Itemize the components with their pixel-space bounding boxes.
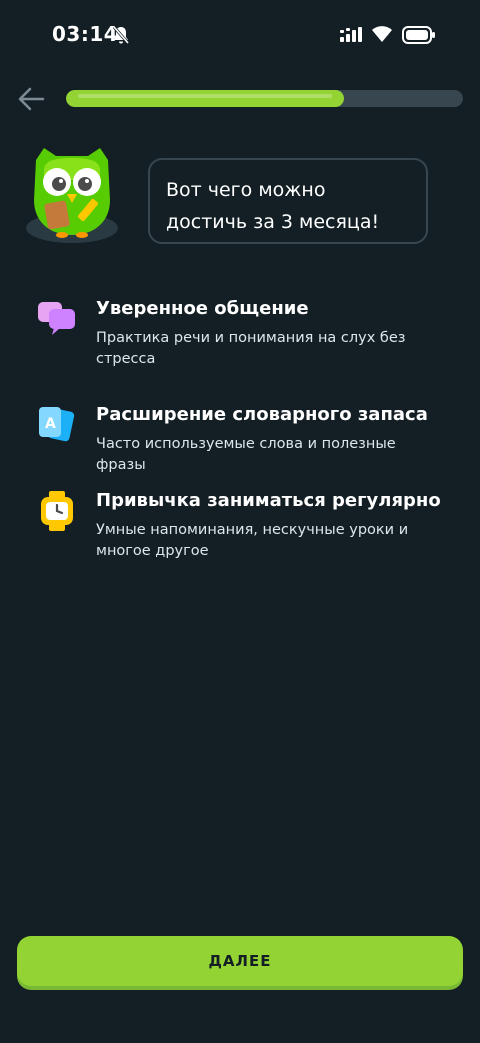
continue-button[interactable]: ДАЛЕЕ bbox=[17, 936, 463, 986]
feature-title: Уверенное общение bbox=[96, 298, 309, 319]
progress-shine bbox=[78, 94, 332, 98]
status-bar: 03:14 bbox=[0, 0, 480, 70]
wifi-icon bbox=[370, 24, 394, 48]
onboarding-screen: 03:14 Вот чего можно достичь за 3 месяца… bbox=[0, 0, 480, 1043]
feature-description: Практика речи и понимания на слух без ст… bbox=[96, 330, 406, 367]
back-button[interactable] bbox=[14, 82, 48, 116]
signal-icon bbox=[340, 27, 362, 47]
progress-bar bbox=[66, 90, 463, 107]
arrow-left-icon bbox=[18, 87, 45, 111]
owl-mascot-icon bbox=[22, 140, 122, 250]
feature-description: Часто используемые слова и полезные фраз… bbox=[96, 436, 396, 473]
speech-text: Вот чего можно достичь за 3 месяца! bbox=[166, 179, 380, 233]
battery-icon bbox=[402, 26, 436, 48]
progress-fill bbox=[66, 90, 344, 107]
svg-text:A: A bbox=[45, 416, 56, 432]
feature-description: Умные напоминания, нескучные уроки и мно… bbox=[96, 522, 409, 559]
chat-bubbles-icon bbox=[36, 298, 80, 342]
continue-label: ДАЛЕЕ bbox=[208, 952, 272, 970]
speech-bubble: Вот чего можно достичь за 3 месяца! bbox=[148, 158, 428, 244]
watch-icon bbox=[36, 490, 80, 534]
bell-off-icon bbox=[112, 25, 130, 49]
feature-title: Привычка заниматься регулярно bbox=[96, 490, 441, 511]
feature-title: Расширение словарного запаса bbox=[96, 404, 428, 425]
status-time: 03:14 bbox=[52, 22, 119, 46]
flashcards-icon: A bbox=[36, 404, 80, 448]
